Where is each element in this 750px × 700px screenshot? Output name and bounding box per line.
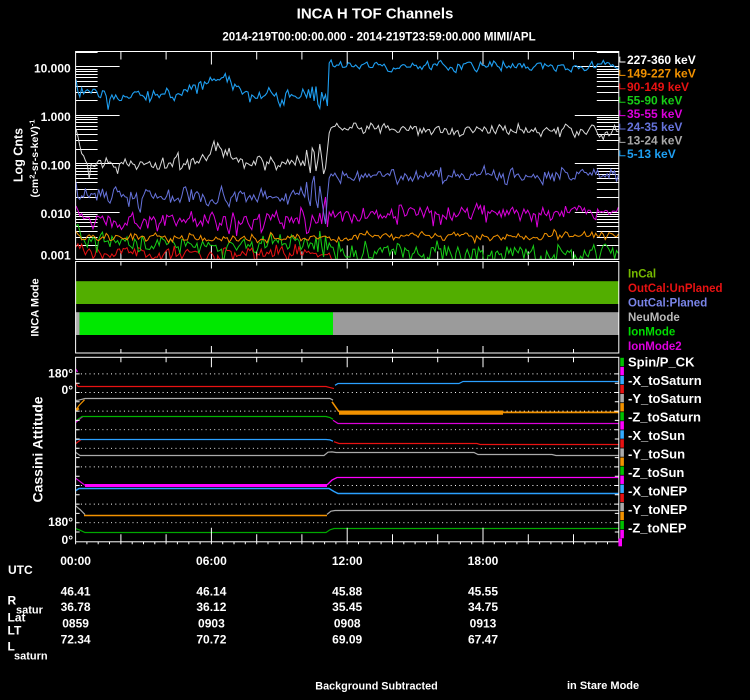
svg-text:13-24 keV: 13-24 keV — [627, 134, 682, 148]
svg-text:NeuMode: NeuMode — [628, 312, 680, 324]
svg-text:18:00: 18:00 — [468, 554, 499, 568]
svg-text:-X_toNEP: -X_toNEP — [628, 484, 688, 499]
svg-text:Lat: Lat — [8, 611, 26, 625]
svg-text:10.000: 10.000 — [34, 62, 71, 76]
svg-text:Log Cnts: Log Cnts — [12, 128, 26, 182]
svg-text:InCal: InCal — [628, 269, 656, 281]
svg-text:-Z_toSun: -Z_toSun — [628, 465, 684, 480]
svg-text:90-149 keV: 90-149 keV — [627, 80, 689, 94]
svg-text:Cassini Attitude: Cassini Attitude — [30, 396, 46, 502]
svg-text:Spin/P_CK: Spin/P_CK — [628, 354, 695, 369]
svg-text:45.88: 45.88 — [332, 584, 362, 598]
svg-text:45.55: 45.55 — [468, 584, 498, 598]
svg-text:0°: 0° — [62, 533, 74, 547]
svg-text:70.72: 70.72 — [196, 632, 226, 646]
svg-text:0903: 0903 — [198, 617, 225, 631]
svg-text:-Y_toNEP: -Y_toNEP — [628, 502, 688, 517]
svg-text:06:00: 06:00 — [196, 554, 227, 568]
svg-text:0.010: 0.010 — [41, 207, 71, 221]
svg-text:55-90 keV: 55-90 keV — [627, 93, 682, 107]
svg-text:saturn: saturn — [14, 651, 48, 663]
svg-text:2014-219T00:00:00.000 - 2014-2: 2014-219T00:00:00.000 - 2014-219T23:59:0… — [222, 32, 535, 44]
svg-text:0859: 0859 — [62, 617, 89, 631]
svg-text:IonMode: IonMode — [628, 327, 675, 339]
svg-text:12:00: 12:00 — [332, 554, 363, 568]
svg-text:180°: 180° — [48, 515, 73, 529]
svg-text:149-227 keV: 149-227 keV — [627, 67, 696, 81]
svg-text:OutCal:UnPlaned: OutCal:UnPlaned — [628, 283, 723, 295]
svg-text:0913: 0913 — [470, 617, 497, 631]
svg-text:180°: 180° — [48, 367, 73, 381]
svg-text:OutCal:Planed: OutCal:Planed — [628, 298, 707, 310]
svg-text:LT: LT — [8, 624, 22, 638]
svg-text:0.100: 0.100 — [41, 159, 71, 173]
svg-text:IonMode2: IonMode2 — [628, 341, 682, 353]
svg-text:0.001: 0.001 — [41, 249, 71, 263]
svg-text:24-35 keV: 24-35 keV — [627, 120, 682, 134]
svg-text:-Z_toSaturn: -Z_toSaturn — [628, 410, 701, 425]
svg-text:0908: 0908 — [334, 617, 361, 631]
svg-text:Background Subtracted: Background Subtracted — [315, 681, 437, 693]
svg-text:1.000: 1.000 — [41, 110, 71, 124]
svg-text:67.47: 67.47 — [468, 632, 498, 646]
svg-text:in Stare Mode: in Stare Mode — [567, 680, 639, 692]
svg-text:-X_toSaturn: -X_toSaturn — [628, 373, 702, 388]
svg-text:46.14: 46.14 — [196, 584, 226, 598]
svg-text:36.12: 36.12 — [196, 600, 226, 614]
svg-text:72.34: 72.34 — [61, 632, 91, 646]
svg-text:46.41: 46.41 — [61, 584, 91, 598]
svg-text:INCA Mode: INCA Mode — [30, 278, 42, 336]
svg-text:35-55 keV: 35-55 keV — [627, 107, 682, 121]
svg-text:UTC: UTC — [8, 563, 33, 577]
svg-text:-X_toSun: -X_toSun — [628, 428, 685, 443]
svg-text:0°: 0° — [62, 383, 74, 397]
svg-text:(cm2-sr-s-keV)-1: (cm2-sr-s-keV)-1 — [28, 120, 42, 198]
svg-text:69.09: 69.09 — [332, 632, 362, 646]
svg-text:5-13 keV: 5-13 keV — [627, 147, 676, 161]
svg-text:00:00: 00:00 — [60, 554, 91, 568]
svg-text:227-360 keV: 227-360 keV — [627, 53, 696, 67]
svg-text:INCA H TOF Channels: INCA H TOF Channels — [297, 5, 454, 22]
svg-text:-Y_toSaturn: -Y_toSaturn — [628, 391, 702, 406]
svg-text:-Y_toSun: -Y_toSun — [628, 447, 685, 462]
svg-text:34.75: 34.75 — [468, 600, 498, 614]
svg-text:35.45: 35.45 — [332, 600, 362, 614]
svg-text:36.78: 36.78 — [61, 600, 91, 614]
svg-text:-Z_toNEP: -Z_toNEP — [628, 520, 687, 535]
